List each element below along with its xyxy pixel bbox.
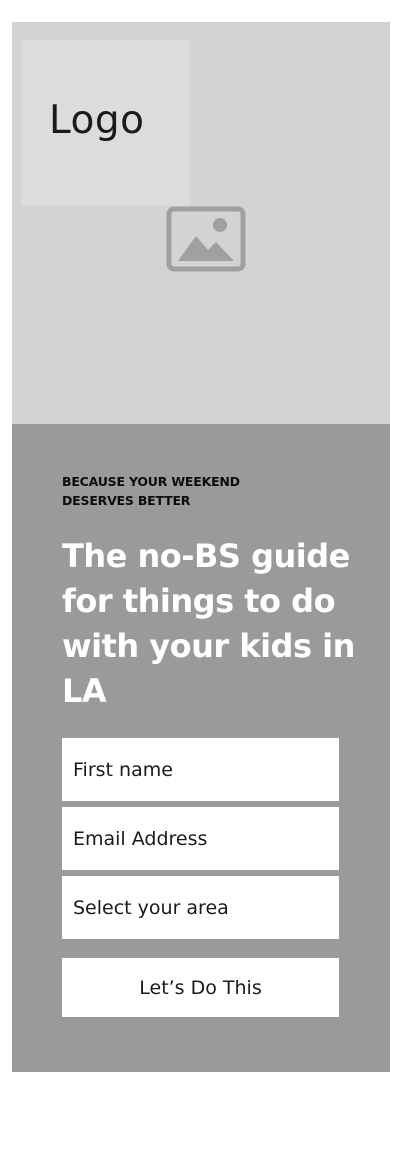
landing-page: Logo BECAUSE YOUR WEEKEND DESERVES BETTE… [12,22,390,1072]
signup-panel: BECAUSE YOUR WEEKEND DESERVES BETTER The… [12,424,390,1072]
area-select-placeholder: Select your area [73,896,229,919]
email-placeholder: Email Address [73,827,208,850]
first-name-placeholder: First name [73,758,173,781]
logo[interactable]: Logo [21,40,190,206]
email-field[interactable]: Email Address [62,807,339,870]
image-placeholder-icon [166,206,246,272]
logo-text: Logo [49,98,145,143]
eyebrow-line-2: DESERVES BETTER [62,493,191,508]
area-select[interactable]: Select your area [62,876,339,939]
eyebrow-line-1: BECAUSE YOUR WEEKEND [62,474,240,489]
first-name-field[interactable]: First name [62,738,339,801]
headline: The no-BS guide for things to do with yo… [62,537,355,710]
submit-button[interactable]: Let’s Do This [62,958,339,1017]
submit-button-label: Let’s Do This [139,976,262,999]
hero-section: Logo [12,22,390,424]
eyebrow-text: BECAUSE YOUR WEEKEND DESERVES BETTER [62,472,302,510]
